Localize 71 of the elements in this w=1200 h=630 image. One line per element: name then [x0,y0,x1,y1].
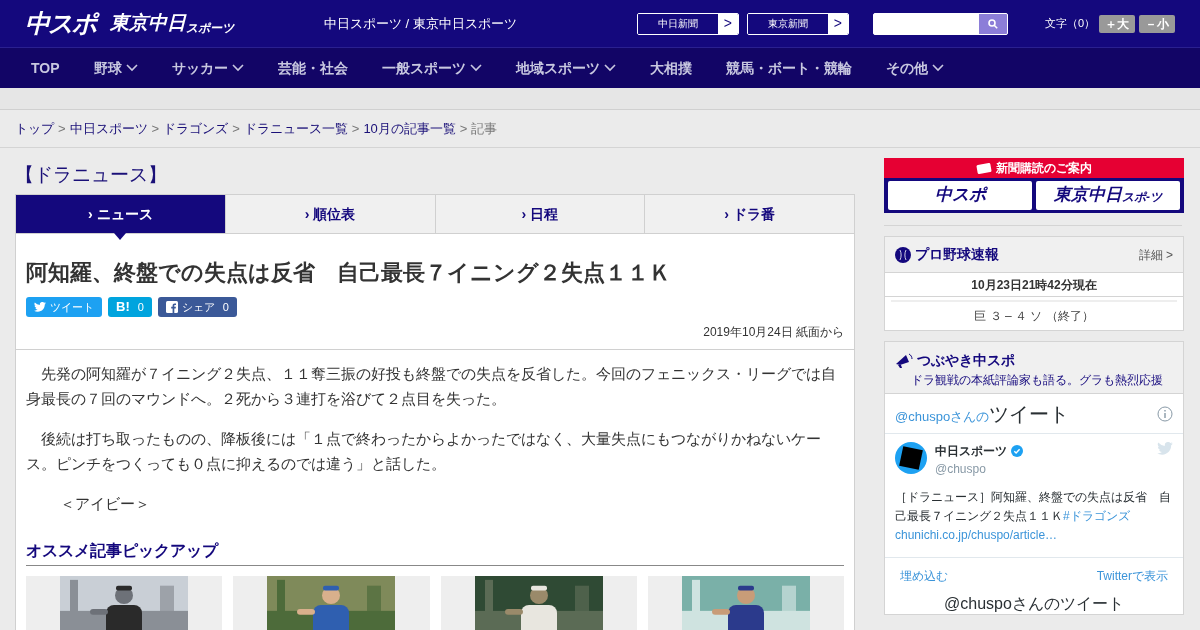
facebook-icon [165,301,178,313]
nav-item[interactable]: 芸能・社会 [277,57,348,79]
verified-icon [1011,445,1023,457]
breadcrumb-separator: > [351,119,360,138]
chevron-down-icon [931,64,944,72]
pickup-title: オススメ記事ピックアップ [26,538,844,566]
bird-icon [34,302,46,312]
byline: ＜アイビー＞ [59,494,151,514]
breadcrumb-separator: > [151,119,160,138]
hashtag-link[interactable]: #ドラゴンズ [1063,509,1130,523]
site-link[interactable]: 中日スポーツ / 東京中日スポーツ [324,13,517,34]
tab[interactable]: › ドラ番 [645,195,854,233]
nav-item[interactable]: その他 [885,57,944,79]
timeline-footer[interactable]: @chuspoさんのツイート [885,594,1183,614]
tweet-text: ［ドラニュース］阿知羅、終盤での失点は反省 自己最長７イニング２失点１１Ｋ#ドラゴンズ chunichi.co.jp/chuspo/article… [895,489,1172,544]
nav-item[interactable]: TOP [31,57,60,79]
nav-item[interactable]: 大相撲 [649,57,692,79]
breadcrumb-link[interactable]: ドラゴンズ [163,118,229,139]
nav-item[interactable]: 競馬・ボート・競輪 [725,57,852,79]
tab[interactable]: › 日程 [435,195,645,233]
breadcrumb-link[interactable]: ドラニュース一覧 [243,118,348,139]
account-name[interactable]: 中日スポーツ [935,442,1007,460]
tab[interactable]: › 順位表 [225,195,435,233]
newspaper-logo[interactable]: 東京中日スポ-ツ [1036,181,1180,210]
baseball-icon [895,246,911,263]
article-date: 2019年10月24日 紙面から [702,324,844,341]
search-field[interactable] [872,12,1008,35]
chevron-down-icon [125,64,138,72]
share-button[interactable]: シェア 0 [157,297,237,317]
font-size-label: 文字（0） [1044,16,1095,32]
article-paragraph: 先発の阿知羅が７イニング２失点、１１奪三振の好投も終盤での失点を反省した。今回のフェニックス・リーグでは自身最長の７回のマウンドへ。２死から３連打を浴びて２点目を失った。 [26,364,837,409]
pickup-card[interactable] [440,576,637,630]
chevron-down-icon [603,64,616,72]
nav-item[interactable]: 地域スポーツ [515,57,616,79]
pickup-card[interactable] [26,576,223,630]
avatar[interactable] [895,442,927,474]
timeline-header: @chuspoさんのツイート [895,401,1070,427]
breadcrumb-separator: > [459,119,468,138]
panel-title: プロ野球速報 [915,245,999,264]
update-time: 10月23日21時42分現在 [885,273,1183,297]
tab-pointer [114,233,127,240]
megaphone-icon [895,352,913,369]
nav-item[interactable]: 一般スポーツ [381,57,482,79]
article-paragraph: 後続は打ち取ったものの、降板後には「１点で終わったからよかったではなく、大量失点にもつながりかねないケース。ピンチをつくっても０点に抑えるのでは違う」と話した。 [26,429,822,474]
ticket-icon [976,162,992,174]
breadcrumb-link[interactable]: トップ [15,118,54,139]
breadcrumb-link[interactable]: 中日スポーツ [69,118,148,139]
pickup-card[interactable] [233,576,430,630]
panel-subtitle: ドラ観戦の本紙評論家も語る。グラも熱烈応援 [910,372,1164,389]
pickup-card[interactable] [647,576,844,630]
game-score[interactable]: 巨 ３ – ４ ソ （終了） [891,300,1177,330]
chevron-down-icon [469,64,482,72]
nav-item[interactable]: 野球 [93,57,138,79]
panel-title: つぶやき中スポ [917,351,1015,370]
newspaper-link[interactable]: 中日新聞 > [636,12,739,35]
newspaper-link[interactable]: 東京新聞 > [746,12,849,35]
nav-item[interactable]: サッカー [171,57,244,79]
newspaper-logo[interactable]: 中スポ [888,181,1032,210]
breadcrumb-link[interactable]: 10月の記事一覧 [363,118,456,139]
breadcrumb-current: 記事 [471,119,498,138]
chevron-down-icon [231,64,244,72]
article-title: 阿知羅、終盤での失点は反省 自己最長７イニング２失点１１Ｋ [26,259,672,287]
detail-link[interactable]: 詳細 > [1138,245,1173,264]
subscription-banner[interactable]: 新聞購読のご案内 中スポ 東京中日スポ-ツ [884,158,1184,213]
search-icon [987,18,998,29]
bird-icon [1157,442,1173,455]
section-title: 【ドラニュース】 [15,162,168,187]
subscription-title: 新聞購読のご案内 [884,158,1184,178]
tab[interactable]: › ニュース [16,195,225,233]
breadcrumb-separator: > [58,119,66,138]
breadcrumb-separator: > [232,119,240,138]
